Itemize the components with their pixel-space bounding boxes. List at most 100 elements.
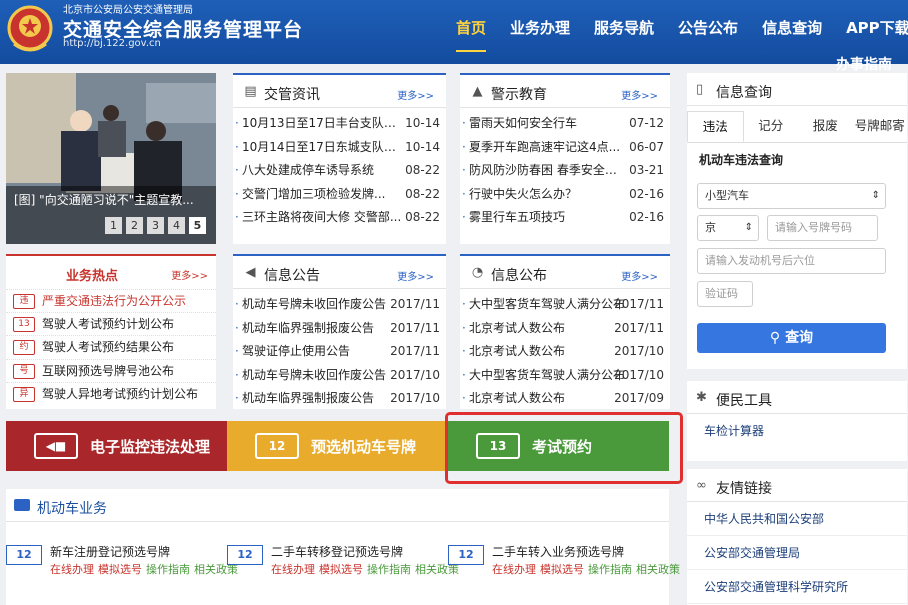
org-name: 北京市公安局公安交通管理局 bbox=[63, 5, 193, 16]
warning-panel: ▲ 警示教育 更多>> 雷雨天如何安全行车07-12 夏季开车跑高速牢记这4点.… bbox=[460, 73, 670, 244]
plate-number-input[interactable]: 请输入号牌号码 bbox=[767, 215, 878, 241]
list-item[interactable]: 13 驾驶人考试预约计划公布 bbox=[6, 312, 216, 335]
phone-icon: ▯ bbox=[696, 82, 704, 97]
list-item[interactable]: 约驾驶人考试预约结果公布 bbox=[6, 335, 216, 358]
news-more-link[interactable]: 更多>> bbox=[397, 87, 434, 102]
tab-scrap[interactable]: 报废 bbox=[798, 111, 853, 142]
friend-links-panel: ∞ 友情链接 中华人民共和国公安部 公安部交通管理局 公安部交通管理科学研究所 bbox=[687, 469, 907, 605]
list-item[interactable]: 夏季开车跑高速牢记这4点...06-07 bbox=[460, 136, 670, 160]
publish-panel: ◔ 信息公布 更多>> 大中型客货车驾驶人满分公布2017/11 北京考试人数公… bbox=[460, 254, 670, 411]
calendar-icon: 13 bbox=[13, 317, 35, 333]
slideshow-caption[interactable]: [图] "向交通陋习说不"主题宣教... bbox=[14, 191, 194, 208]
nav-business[interactable]: 业务办理 bbox=[498, 0, 582, 64]
slide-page-5[interactable]: 5 bbox=[189, 217, 206, 234]
news-panel: ▤ 交管资讯 更多>> 10月13日至17日丰台支队方...10-14 10月1… bbox=[233, 73, 446, 244]
list-item[interactable]: 雾里行车五项技巧02-16 bbox=[460, 206, 670, 230]
list-item[interactable]: 北京考试人数公布2017/09 bbox=[460, 387, 670, 411]
slide-page-3[interactable]: 3 bbox=[147, 217, 164, 234]
slide-page-4[interactable]: 4 bbox=[168, 217, 185, 234]
plate-number-icon: 12 bbox=[6, 545, 42, 565]
list-item[interactable]: 三环主路将夜间大修 交警部...08-22 bbox=[233, 206, 446, 230]
list-item[interactable]: 行驶中失火怎么办？02-16 bbox=[460, 183, 670, 207]
list-item[interactable]: 中华人民共和国公安部 bbox=[687, 502, 907, 536]
list-item[interactable]: 机动车临界强制报废公告2017/11 bbox=[233, 317, 446, 341]
list-item[interactable]: 号互联网预选号牌号池公布 bbox=[6, 358, 216, 382]
warning-title: 警示教育 bbox=[491, 87, 547, 103]
list-item[interactable]: 八大处建成停车诱导系统08-22 bbox=[233, 159, 446, 183]
news-icon: ▤ bbox=[244, 84, 257, 99]
hot-more-link[interactable]: 更多>> bbox=[171, 267, 208, 282]
slide-page-2[interactable]: 2 bbox=[126, 217, 143, 234]
notice-panel: ◀ 信息公告 更多>> 机动车号牌未收回作废公告2017/11 机动车临界强制报… bbox=[233, 254, 446, 411]
engine-number-input[interactable]: 请输入发动机号后六位 bbox=[697, 248, 886, 274]
notice-more-link[interactable]: 更多>> bbox=[397, 268, 434, 283]
site-url: http://bj.122.gov.cn bbox=[63, 38, 161, 49]
link-icon: ∞ bbox=[696, 478, 707, 493]
list-item[interactable]: 防风防沙防春困 春季安全行...03-21 bbox=[460, 159, 670, 183]
police-emblem-logo bbox=[6, 4, 54, 56]
list-item[interactable]: 异驾驶人异地考试预约计划公布 bbox=[6, 381, 216, 405]
nav-announcements[interactable]: 公告公布 bbox=[666, 0, 750, 64]
news-title: 交管资讯 bbox=[264, 87, 320, 103]
list-item[interactable]: 北京考试人数公布2017/11 bbox=[460, 317, 670, 341]
list-item[interactable]: 公安部交通管理科学研究所 bbox=[687, 570, 907, 604]
list-item[interactable]: 机动车号牌未收回作废公告2017/11 bbox=[233, 293, 446, 317]
publish-more-link[interactable]: 更多>> bbox=[621, 268, 658, 283]
tools-title: 便民工具 bbox=[716, 393, 772, 409]
bell-icon: ◔ bbox=[471, 265, 484, 280]
result-icon: 约 bbox=[13, 340, 35, 356]
plate-number-icon: 12 bbox=[227, 545, 263, 565]
hot-topics-panel: 业务热点 更多>> 违严重交通违法行为公开公示 13 驾驶人考试预约计划公布 约驾… bbox=[6, 254, 216, 409]
query-title: 信息查询 bbox=[716, 85, 772, 101]
list-item[interactable]: 北京考试人数公布2017/10 bbox=[460, 340, 670, 364]
list-item[interactable]: 公安部交通管理局 bbox=[687, 536, 907, 570]
province-select[interactable]: 京 bbox=[697, 215, 759, 241]
warning-icon: ▲ bbox=[472, 84, 483, 99]
list-item[interactable]: 雷雨天如何安全行车07-12 bbox=[460, 112, 670, 136]
tab-violation[interactable]: 违法 bbox=[687, 111, 744, 142]
plate-number-icon: 12 bbox=[255, 433, 299, 459]
news-slideshow[interactable]: [图] "向交通陋习说不"主题宣教... 1 2 3 4 5 bbox=[6, 73, 216, 244]
slideshow-pager: 1 2 3 4 5 bbox=[105, 217, 206, 234]
tools-panel: ✱ 便民工具 车检计算器 bbox=[687, 381, 907, 461]
captcha-input[interactable]: 验证码 bbox=[697, 281, 753, 307]
tab-points[interactable]: 记分 bbox=[744, 111, 799, 142]
info-query-panel: ▯ 信息查询 违法 记分 报废 号牌邮寄 机动车违法查询 小型汽车 京 请输入号… bbox=[687, 73, 907, 369]
vehicle-item-transfer: 12 二手车转移登记预选号牌 在线办理 模拟选号 操作指南 相关政策 bbox=[227, 539, 459, 589]
list-item[interactable]: 违严重交通违法行为公开公示 bbox=[6, 289, 216, 312]
publish-title: 信息公布 bbox=[491, 268, 547, 284]
wrench-icon: ✱ bbox=[696, 390, 707, 405]
truck-icon bbox=[14, 499, 30, 511]
list-item[interactable]: 10月13日至17日丰台支队方...10-14 bbox=[233, 112, 446, 136]
links-title: 友情链接 bbox=[716, 481, 772, 497]
tab-plate-mail[interactable]: 号牌邮寄 bbox=[853, 111, 908, 142]
list-item[interactable]: 10月14日至17日东城支队广...10-14 bbox=[233, 136, 446, 160]
vehicle-item-transfer-in: 12 二手车转入业务预选号牌 在线办理 模拟选号 操作指南 相关政策 bbox=[448, 539, 680, 589]
nav-guide-overflow[interactable]: 办事指南 bbox=[836, 54, 892, 74]
vehicle-business-panel: 机动车业务 12 新车注册登记预选号牌 在线办理 模拟选号 操作指南 相关政策 12 … bbox=[6, 489, 680, 605]
slideshow-caption-bar: [图] "向交通陋习说不"主题宣教... bbox=[6, 186, 216, 244]
highlight-box bbox=[445, 412, 683, 484]
vehicle-title: 机动车业务 bbox=[37, 501, 107, 517]
query-button[interactable]: ⚲ 查询 bbox=[697, 323, 886, 353]
nav-info-query[interactable]: 信息查询 bbox=[750, 0, 834, 64]
slide-page-1[interactable]: 1 bbox=[105, 217, 122, 234]
list-item[interactable]: 机动车临界强制报废公告2017/10 bbox=[233, 387, 446, 411]
nav-home[interactable]: 首页 bbox=[444, 0, 498, 64]
notice-title: 信息公告 bbox=[264, 268, 320, 284]
list-item[interactable]: 大中型客货车驾驶人满分公布2017/10 bbox=[460, 364, 670, 388]
vehicle-type-select[interactable]: 小型汽车 bbox=[697, 183, 886, 209]
list-item[interactable]: 驾驶证停止使用公告2017/11 bbox=[233, 340, 446, 364]
vehicle-item-new-car: 12 新车注册登记预选号牌 在线办理 模拟选号 操作指南 相关政策 bbox=[6, 539, 238, 589]
plate-preselect-banner[interactable]: 12 预选机动车号牌 bbox=[227, 421, 448, 471]
list-item[interactable]: 交警门增加三项检验发牌...08-22 bbox=[233, 183, 446, 207]
site-header: 北京市公安局公安交通管理局 交通安全综合服务管理平台 http://bj.122… bbox=[0, 0, 908, 73]
nav-service-guide[interactable]: 服务导航 bbox=[582, 0, 666, 64]
warning-more-link[interactable]: 更多>> bbox=[621, 87, 658, 102]
e-monitoring-banner[interactable]: ◀■ 电子监控违法处理 bbox=[6, 421, 227, 471]
hot-title: 业务热点 bbox=[66, 269, 119, 284]
list-item[interactable]: 机动车号牌未收回作废公告2017/10 bbox=[233, 364, 446, 388]
megaphone-icon: ◀ bbox=[245, 265, 256, 280]
list-item[interactable]: 车检计算器 bbox=[687, 414, 907, 448]
list-item[interactable]: 大中型客货车驾驶人满分公布2017/11 bbox=[460, 293, 670, 317]
